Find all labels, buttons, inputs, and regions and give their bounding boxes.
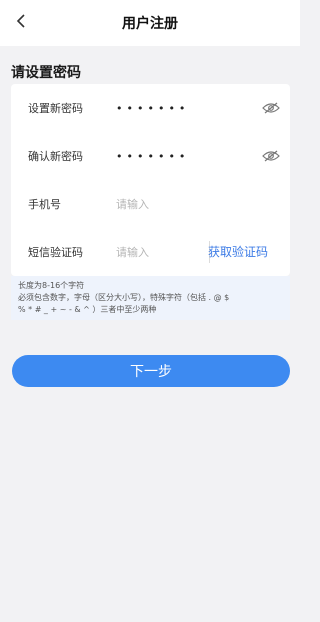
hint-line: % * # _ + ~ - & ^ ）三者中至少两种: [18, 305, 157, 314]
hint-line: 必须包含数字，字母（区分大小写），特殊字符（包括 . @ $: [18, 293, 230, 302]
next-step-button[interactable]: 下一步: [12, 355, 290, 387]
phone-label: 手机号: [28, 198, 61, 211]
new-password-field[interactable]: •••••••: [116, 102, 189, 115]
page-title: 用户注册: [122, 16, 178, 32]
sms-code-label: 短信验证码: [28, 246, 83, 259]
new-password-row: 设置新密码 •••••••: [11, 84, 290, 132]
eye-off-icon[interactable]: [260, 100, 282, 116]
section-title: 请设置密码: [11, 65, 81, 81]
confirm-password-row: 确认新密码 •••••••: [11, 132, 290, 180]
phone-input[interactable]: [116, 193, 206, 215]
hint-line: 长度为8-16个字符: [18, 281, 85, 290]
confirm-password-label: 确认新密码: [28, 150, 83, 163]
sms-code-input[interactable]: [116, 241, 206, 263]
new-password-label: 设置新密码: [28, 102, 83, 115]
eye-off-icon[interactable]: [260, 148, 282, 164]
password-hint: 长度为8-16个字符 必须包含数字，字母（区分大小写），特殊字符（包括 . @ …: [11, 276, 290, 320]
phone-row: 手机号: [11, 180, 290, 228]
get-code-button[interactable]: 获取验证码: [208, 243, 268, 260]
confirm-password-field[interactable]: •••••••: [116, 150, 189, 163]
app-header: 用户注册: [0, 0, 300, 46]
